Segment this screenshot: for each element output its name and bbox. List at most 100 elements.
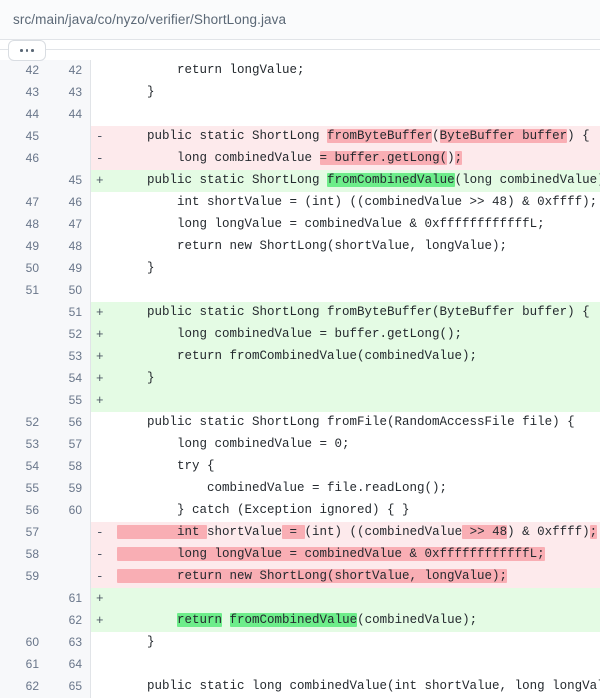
code-line[interactable]: return new ShortLong(shortValue, longVal… bbox=[111, 236, 600, 258]
file-path[interactable]: src/main/java/co/nyzo/verifier/ShortLong… bbox=[13, 12, 286, 27]
line-number-old[interactable]: 53 bbox=[0, 434, 47, 456]
line-number-new[interactable] bbox=[47, 126, 91, 148]
line-number-old[interactable]: 54 bbox=[0, 456, 47, 478]
code-line[interactable]: int shortValue = (int) ((combinedValue >… bbox=[111, 522, 600, 544]
diff-file-viewer: src/main/java/co/nyzo/verifier/ShortLong… bbox=[0, 0, 600, 698]
code-line[interactable]: public static long combinedValue(int sho… bbox=[111, 676, 600, 698]
line-number-old[interactable] bbox=[0, 324, 47, 346]
code-text: (long combinedValue) bbox=[454, 173, 600, 187]
line-number-new[interactable]: 62 bbox=[47, 610, 91, 632]
line-number-old[interactable]: 44 bbox=[0, 104, 47, 126]
line-number-old[interactable]: 57 bbox=[0, 522, 47, 544]
line-number-old[interactable]: 56 bbox=[0, 500, 47, 522]
line-number-new[interactable]: 46 bbox=[47, 192, 91, 214]
line-number-new[interactable]: 47 bbox=[47, 214, 91, 236]
code-line[interactable] bbox=[111, 588, 600, 610]
line-number-old[interactable]: 49 bbox=[0, 236, 47, 258]
line-number-old[interactable]: 52 bbox=[0, 412, 47, 434]
line-number-new[interactable] bbox=[47, 522, 91, 544]
code-line[interactable]: combinedValue = file.readLong(); bbox=[111, 478, 600, 500]
code-line[interactable]: return fromCombinedValue(combinedValue); bbox=[111, 346, 600, 368]
line-number-old[interactable]: 61 bbox=[0, 654, 47, 676]
code-line[interactable]: long longValue = combinedValue & 0xfffff… bbox=[111, 214, 600, 236]
expand-lines-button[interactable] bbox=[8, 40, 46, 61]
line-number-new[interactable] bbox=[47, 566, 91, 588]
line-number-new[interactable]: 53 bbox=[47, 346, 91, 368]
line-number-new[interactable]: 61 bbox=[47, 588, 91, 610]
line-number-new[interactable]: 42 bbox=[47, 60, 91, 82]
diff-row: 61 + bbox=[0, 588, 600, 610]
added-word: fromCombinedValue bbox=[327, 173, 455, 187]
code-line[interactable]: public static ShortLong fromByteBuffer(B… bbox=[111, 302, 600, 324]
line-number-old[interactable]: 59 bbox=[0, 566, 47, 588]
line-number-old[interactable]: 62 bbox=[0, 676, 47, 698]
line-number-old[interactable]: 45 bbox=[0, 126, 47, 148]
line-number-old[interactable]: 51 bbox=[0, 280, 47, 302]
line-number-new[interactable] bbox=[47, 544, 91, 566]
removed-word: ; bbox=[589, 525, 598, 539]
diff-marker bbox=[90, 654, 111, 676]
line-number-old[interactable]: 50 bbox=[0, 258, 47, 280]
line-number-new[interactable]: 59 bbox=[47, 478, 91, 500]
line-number-old[interactable] bbox=[0, 302, 47, 324]
code-line[interactable]: try { bbox=[111, 456, 600, 478]
line-number-old[interactable] bbox=[0, 368, 47, 390]
line-number-new[interactable]: 44 bbox=[47, 104, 91, 126]
line-number-new[interactable] bbox=[47, 148, 91, 170]
line-number-old[interactable]: 42 bbox=[0, 60, 47, 82]
code-line[interactable]: } bbox=[111, 258, 600, 280]
line-number-new[interactable]: 64 bbox=[47, 654, 91, 676]
code-line[interactable]: public static ShortLong fromCombinedValu… bbox=[111, 170, 600, 192]
code-line[interactable]: public static ShortLong fromFile(RandomA… bbox=[111, 412, 600, 434]
line-number-old[interactable]: 58 bbox=[0, 544, 47, 566]
line-number-new[interactable]: 65 bbox=[47, 676, 91, 698]
diff-marker: + bbox=[90, 610, 111, 632]
line-number-new[interactable]: 49 bbox=[47, 258, 91, 280]
line-number-new[interactable]: 52 bbox=[47, 324, 91, 346]
code-line[interactable]: long combinedValue = 0; bbox=[111, 434, 600, 456]
code-text: public static ShortLong bbox=[117, 173, 328, 187]
code-text: long combinedValue = buffer.getLong(); bbox=[117, 327, 463, 341]
line-number-old[interactable]: 43 bbox=[0, 82, 47, 104]
line-number-new[interactable]: 57 bbox=[47, 434, 91, 456]
diff-marker: - bbox=[90, 566, 111, 588]
code-line[interactable]: return new ShortLong(shortValue, longVal… bbox=[111, 566, 600, 588]
code-line[interactable]: long longValue = combinedValue & 0xfffff… bbox=[111, 544, 600, 566]
code-line[interactable]: } bbox=[111, 632, 600, 654]
code-line[interactable]: } bbox=[111, 82, 600, 104]
line-number-old[interactable]: 48 bbox=[0, 214, 47, 236]
diff-row: 45 + public static ShortLong fromCombined… bbox=[0, 170, 600, 192]
code-line[interactable]: return longValue; bbox=[111, 60, 600, 82]
line-number-new[interactable]: 54 bbox=[47, 368, 91, 390]
code-line[interactable]: } catch (Exception ignored) { } bbox=[111, 500, 600, 522]
line-number-old[interactable]: 47 bbox=[0, 192, 47, 214]
line-number-old[interactable]: 55 bbox=[0, 478, 47, 500]
line-number-old[interactable] bbox=[0, 610, 47, 632]
line-number-new[interactable]: 56 bbox=[47, 412, 91, 434]
code-line[interactable] bbox=[111, 280, 600, 302]
code-line[interactable]: } bbox=[111, 368, 600, 390]
line-number-old[interactable] bbox=[0, 588, 47, 610]
line-number-old[interactable] bbox=[0, 170, 47, 192]
code-line[interactable] bbox=[111, 390, 600, 412]
line-number-new[interactable]: 55 bbox=[47, 390, 91, 412]
line-number-new[interactable]: 45 bbox=[47, 170, 91, 192]
code-line[interactable]: int shortValue = (int) ((combinedValue >… bbox=[111, 192, 600, 214]
line-number-new[interactable]: 48 bbox=[47, 236, 91, 258]
line-number-new[interactable]: 43 bbox=[47, 82, 91, 104]
line-number-new[interactable]: 63 bbox=[47, 632, 91, 654]
code-line[interactable]: long combinedValue = buffer.getLong(); bbox=[111, 324, 600, 346]
line-number-old[interactable]: 60 bbox=[0, 632, 47, 654]
line-number-new[interactable]: 51 bbox=[47, 302, 91, 324]
line-number-old[interactable] bbox=[0, 346, 47, 368]
line-number-new[interactable]: 60 bbox=[47, 500, 91, 522]
code-line[interactable] bbox=[111, 104, 600, 126]
code-line[interactable] bbox=[111, 654, 600, 676]
line-number-old[interactable] bbox=[0, 390, 47, 412]
line-number-old[interactable]: 46 bbox=[0, 148, 47, 170]
code-line[interactable]: long combinedValue = buffer.getLong(); bbox=[111, 148, 600, 170]
line-number-new[interactable]: 50 bbox=[47, 280, 91, 302]
line-number-new[interactable]: 58 bbox=[47, 456, 91, 478]
code-line[interactable]: public static ShortLong fromByteBuffer(B… bbox=[111, 126, 600, 148]
code-line[interactable]: return fromCombinedValue(combinedValue); bbox=[111, 610, 600, 632]
